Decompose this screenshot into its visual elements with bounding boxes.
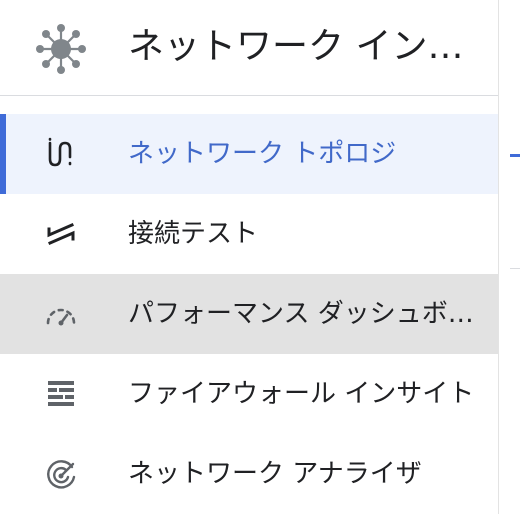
connectivity-test-icon: [47, 223, 75, 245]
sidebar-item-label: パフォーマンス ダッシュボ…: [128, 299, 474, 329]
sidebar-header: ネットワーク インテ…: [0, 0, 498, 96]
sidebar-item-connectivity-tests[interactable]: 接続テスト: [0, 194, 498, 274]
sidebar-item-label: 接続テスト: [128, 219, 259, 249]
sidebar-item-firewall-insights[interactable]: ファイアウォール インサイト: [0, 354, 498, 434]
sidebar-item-label: ファイアウォール インサイト: [128, 379, 475, 409]
sidebar-item-label: ネットワーク アナライザ: [128, 459, 422, 489]
network-intelligence-sidebar: ネットワーク インテ… ネットワーク トポロジ 接続テスト パフォーマンス ダッ…: [0, 0, 520, 514]
active-indicator: [0, 114, 6, 194]
sidebar-item-network-analyzer[interactable]: ネットワーク アナライザ: [0, 434, 498, 514]
sidebar-item-network-topology[interactable]: ネットワーク トポロジ: [0, 114, 498, 194]
network-hub-icon: [36, 24, 86, 74]
content-divider: [510, 268, 520, 269]
sidebar-item-label: ネットワーク トポロジ: [128, 139, 397, 169]
speedometer-icon: [46, 308, 76, 326]
content-tab-indicator: [510, 154, 520, 157]
firewall-icon: [48, 381, 74, 406]
topology-route-icon: [48, 137, 72, 167]
sidebar-item-performance-dashboard[interactable]: パフォーマンス ダッシュボ…: [0, 274, 498, 354]
page-title: ネットワーク インテ…: [128, 26, 486, 67]
sidebar-divider: [498, 0, 499, 514]
radar-analyzer-icon: [47, 460, 76, 489]
